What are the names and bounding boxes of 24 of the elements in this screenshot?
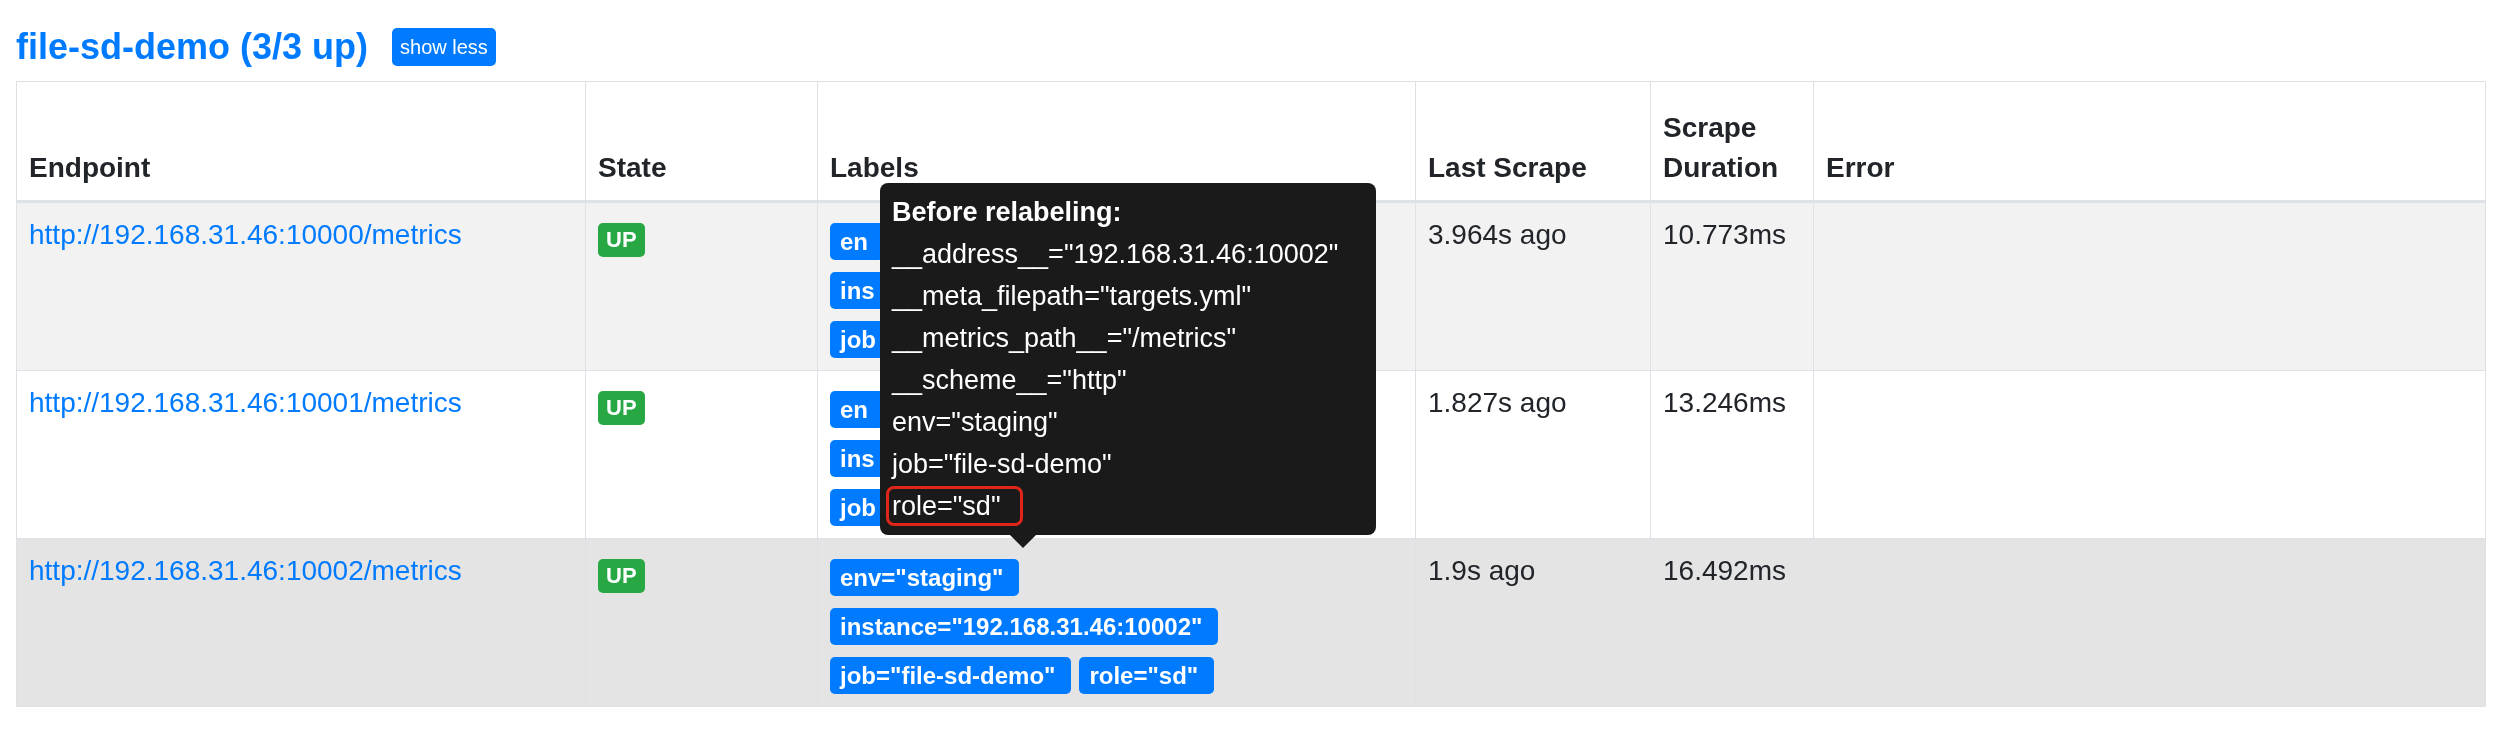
state-badge: UP [598,223,645,257]
tooltip-line: __meta_filepath="targets.yml" [892,281,1252,311]
scrape-duration-text: 16.492ms [1663,555,1786,586]
label-badge: env="staging" [830,559,1020,596]
tooltip-line: job="file-sd-demo" [892,449,1112,479]
scrape-duration-text: 10.773ms [1663,219,1786,250]
tooltip-line: env="staging" [892,407,1058,437]
job-title[interactable]: file-sd-demo (3/3 up) [16,24,369,69]
state-badge: UP [598,559,645,593]
scrape-duration-text: 13.246ms [1663,387,1786,418]
endpoint-link[interactable]: http://192.168.31.46:10000/metrics [29,219,462,250]
endpoint-link[interactable]: http://192.168.31.46:10001/metrics [29,387,462,418]
last-scrape-text: 1.9s ago [1428,555,1536,586]
last-scrape-text: 3.964s ago [1428,219,1567,250]
last-scrape-text: 1.827s ago [1428,387,1567,418]
tooltip-line: __scheme__="http" [892,365,1127,395]
label-badge: role="sd" [1079,657,1215,694]
endpoint-link[interactable]: http://192.168.31.46:10002/metrics [29,555,462,586]
tooltip-line: __metrics_path__="/metrics" [892,323,1237,353]
tooltip-line: __address__="192.168.31.46:10002" [892,239,1339,269]
label-badge: instance="192.168.31.46:10002" [830,608,1219,645]
state-badge: UP [598,391,645,425]
label-badge: job="file-sd-demo" [830,657,1072,694]
show-less-button[interactable]: show less [392,27,496,66]
